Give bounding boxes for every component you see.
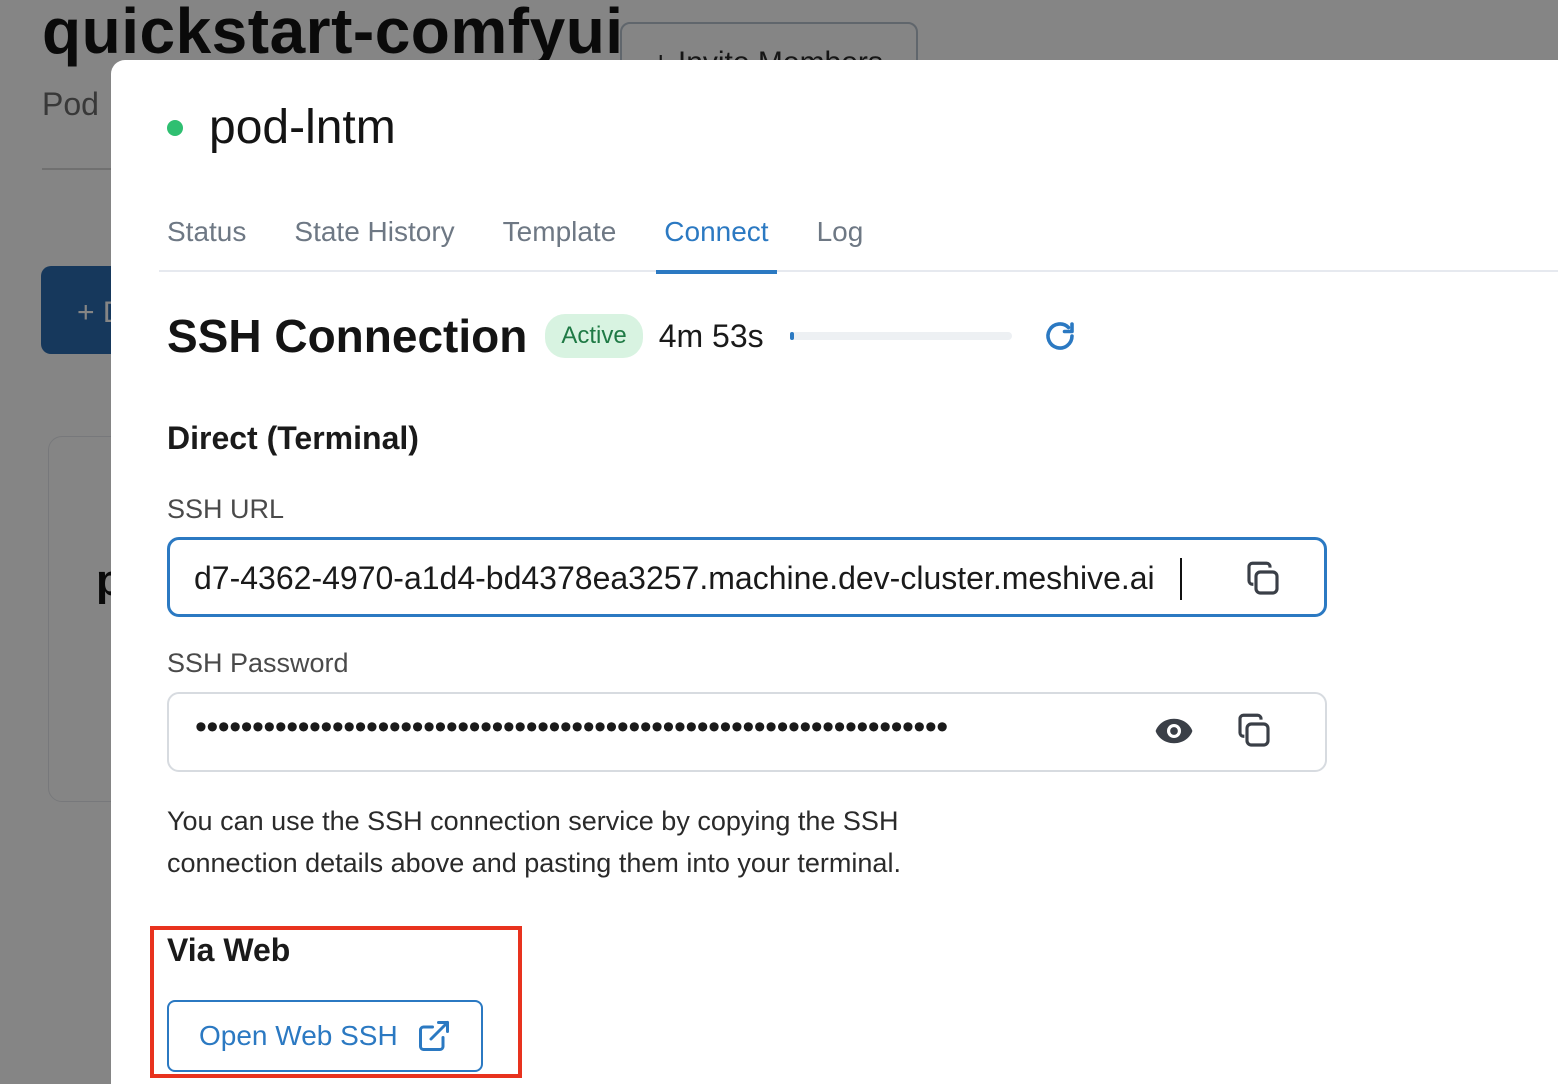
via-web-heading: Via Web [167, 932, 291, 968]
status-dot [167, 119, 183, 136]
external-link-icon [418, 1021, 449, 1051]
ssh-help-text: You can use the SSH connection service b… [167, 806, 901, 878]
progress-fill [789, 332, 795, 340]
open-web-ssh-label: Open Web SSH [199, 1020, 398, 1051]
copy-icon[interactable] [1242, 558, 1284, 600]
tab-status[interactable]: Status [159, 210, 254, 272]
ssh-url-label: SSH URL [167, 494, 285, 524]
tab-log[interactable]: Log [809, 210, 872, 272]
tab-connect[interactable]: Connect [656, 210, 777, 274]
tab-bar: Status State History Template Connect Lo… [159, 210, 1558, 274]
tab-template[interactable]: Template [495, 210, 625, 272]
ssh-password-field[interactable]: ••••••••••••••••••••••••••••••••••••••••… [167, 692, 1327, 772]
open-web-ssh-button[interactable]: Open Web SSH [167, 1000, 483, 1072]
copy-icon[interactable] [1233, 710, 1275, 752]
pod-name: pod-lntm [209, 101, 396, 154]
ssh-password-label: SSH Password [167, 648, 349, 678]
ssh-url-value[interactable]: d7-4362-4970-a1d4-bd4378ea3257.machine.d… [194, 560, 1184, 597]
ssh-header: SSH Connection Active 4m 53s [167, 306, 1078, 366]
refresh-icon[interactable] [1042, 318, 1078, 354]
eye-icon[interactable] [1153, 710, 1195, 752]
tab-state-history[interactable]: State History [286, 210, 462, 272]
direct-heading: Direct (Terminal) [167, 420, 419, 456]
time-progress-bar [789, 332, 1012, 340]
password-masked-value[interactable]: ••••••••••••••••••••••••••••••••••••••••… [195, 708, 948, 747]
ssh-url-field[interactable]: d7-4362-4970-a1d4-bd4378ea3257.machine.d… [167, 537, 1327, 617]
time-remaining: 4m 53s [658, 317, 764, 354]
status-badge: Active [545, 314, 643, 358]
pod-header: pod-lntm [167, 100, 396, 155]
ssh-title: SSH Connection [167, 310, 528, 362]
pod-detail-modal: pod-lntm Status State History Template C… [111, 60, 1558, 1084]
text-caret [1180, 558, 1182, 600]
